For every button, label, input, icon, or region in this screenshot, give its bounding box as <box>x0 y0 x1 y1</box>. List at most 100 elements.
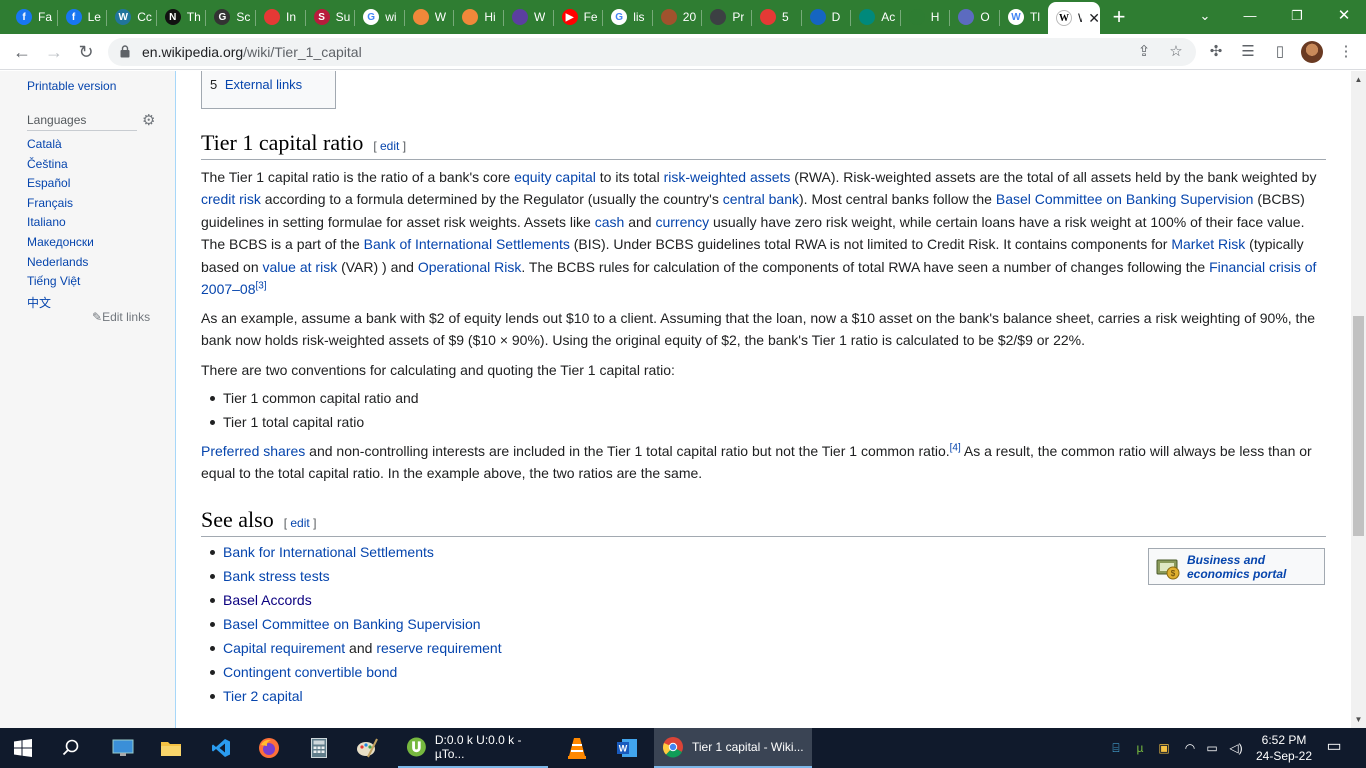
link-capital-requirement[interactable]: Capital requirement <box>223 640 345 656</box>
see-also-link[interactable]: Basel Committee on Banking Supervision <box>223 616 481 632</box>
taskbar-app-firefox[interactable] <box>246 728 292 768</box>
portal-label[interactable]: Business and economics portal <box>1187 553 1307 581</box>
tab-2[interactable]: f Le <box>58 4 108 30</box>
tab-12[interactable]: ▶ Fe <box>554 4 604 30</box>
notifications-icon[interactable]: ▭ <box>1326 739 1342 755</box>
taskbar-app-utorrent[interactable]: D:0.0 k U:0.0 k - µTo... <box>398 728 548 768</box>
printable-version-link[interactable]: Printable version <box>27 79 116 93</box>
tab-15[interactable]: Pr <box>702 4 752 30</box>
close-window-button[interactable]: ✕ <box>1333 6 1355 26</box>
volume-icon[interactable]: ◁) <box>1228 740 1244 756</box>
tab-11[interactable]: W <box>504 4 554 30</box>
tab-21[interactable]: W Tl <box>1000 4 1050 30</box>
see-also-link[interactable]: Contingent convertible bond <box>223 664 397 680</box>
tab-search-icon[interactable]: ⌄ <box>1194 6 1216 26</box>
portal-box[interactable]: $ Business and economics portal <box>1148 548 1325 585</box>
tab-active-wikipedia[interactable]: W W ✕ <box>1048 2 1100 34</box>
bookmark-star-icon[interactable]: ☆ <box>1166 42 1186 62</box>
taskbar-app-vscode[interactable] <box>198 728 244 768</box>
search-button[interactable] <box>48 728 94 768</box>
language-link[interactable]: Tiếng Việt <box>27 274 80 288</box>
tab-7[interactable]: S Su <box>306 4 356 30</box>
link-preferred-shares[interactable]: Preferred shares <box>201 443 305 459</box>
language-link[interactable]: Français <box>27 196 73 210</box>
language-link[interactable]: Македонски <box>27 235 94 249</box>
tab-16[interactable]: 5 <box>752 4 802 30</box>
link-basel-committee[interactable]: Basel Committee on Banking Supervision <box>996 191 1254 207</box>
taskbar-app-chrome[interactable]: Tier 1 capital - Wiki... <box>654 728 812 768</box>
new-tab-button[interactable]: + <box>1108 6 1130 28</box>
address-bar[interactable]: en.wikipedia.org/wiki/Tier_1_capital ⇪ ☆ <box>108 38 1196 66</box>
system-clock[interactable]: 6:52 PM 24-Sep-22 <box>1252 732 1316 764</box>
tab-9[interactable]: W <box>405 4 455 30</box>
tab-17[interactable]: D <box>802 4 852 30</box>
tab-5[interactable]: G Sc <box>206 4 256 30</box>
tab-18[interactable]: Ac <box>851 4 901 30</box>
taskbar-app-paint[interactable] <box>344 728 390 768</box>
tab-20[interactable]: O <box>950 4 1000 30</box>
link-bis[interactable]: Bank of International Settlements <box>364 236 570 252</box>
url-text[interactable]: en.wikipedia.org/wiki/Tier_1_capital <box>142 44 362 60</box>
link-risk-weighted-assets[interactable]: risk-weighted assets <box>664 169 791 185</box>
tab-14[interactable]: 20 <box>653 4 703 30</box>
language-link[interactable]: Italiano <box>27 215 66 229</box>
battery-icon[interactable]: ▭ <box>1204 740 1220 756</box>
back-button[interactable]: ← <box>10 40 34 64</box>
forward-button[interactable]: → <box>42 40 66 64</box>
tab-3[interactable]: W Cc <box>107 4 157 30</box>
lock-icon[interactable] <box>120 45 130 58</box>
extensions-icon[interactable]: ✣ <box>1206 42 1226 62</box>
see-also-link[interactable]: Tier 2 capital <box>223 688 303 704</box>
tab-13[interactable]: Glis <box>603 4 653 30</box>
link-value-at-risk[interactable]: value at risk <box>263 259 338 275</box>
link-currency[interactable]: currency <box>655 214 709 230</box>
link-central-bank[interactable]: central bank <box>723 191 799 207</box>
link-credit-risk[interactable]: credit risk <box>201 191 261 207</box>
wifi-icon[interactable]: ◠ <box>1182 740 1198 756</box>
start-button[interactable] <box>0 728 46 768</box>
close-tab-icon[interactable]: ✕ <box>1088 10 1100 27</box>
see-also-link[interactable]: Bank stress tests <box>223 568 330 584</box>
link-operational-risk[interactable]: Operational Risk <box>418 259 522 275</box>
network-adapter-icon[interactable]: ⌸ <box>1108 740 1124 756</box>
side-panel-icon[interactable]: ▯ <box>1270 42 1290 62</box>
link-cash[interactable]: cash <box>595 214 625 230</box>
edit-links[interactable]: ✎Edit links <box>92 310 150 324</box>
profile-avatar[interactable] <box>1301 41 1323 63</box>
reference-4[interactable]: [4] <box>950 442 961 453</box>
tab-8[interactable]: Gwi <box>355 4 405 30</box>
gear-icon[interactable]: ⚙ <box>142 113 158 129</box>
edit-link[interactable]: edit <box>290 516 309 530</box>
language-link[interactable]: Català <box>27 137 62 151</box>
edit-link[interactable]: edit <box>380 139 399 153</box>
menu-kebab-icon[interactable]: ⋮ <box>1336 42 1356 62</box>
taskbar-app-calculator[interactable] <box>296 728 342 768</box>
link-equity-capital[interactable]: equity capital <box>514 169 596 185</box>
share-icon[interactable]: ⇪ <box>1134 42 1154 62</box>
see-also-link[interactable]: Bank for International Settlements <box>223 544 434 560</box>
minimize-button[interactable]: — <box>1239 6 1261 26</box>
language-link[interactable]: Nederlands <box>27 255 88 269</box>
taskbar-app-vlc[interactable] <box>554 728 600 768</box>
language-link[interactable]: Čeština <box>27 157 68 171</box>
scroll-down-arrow[interactable]: ▼ <box>1354 715 1363 724</box>
restore-button[interactable]: ❐ <box>1286 6 1308 26</box>
taskbar-app-word[interactable]: W <box>604 728 650 768</box>
page-scrollbar[interactable]: ▲ ▼ <box>1351 71 1366 728</box>
tab-10[interactable]: Hi <box>454 4 504 30</box>
taskbar-app-explorer[interactable] <box>148 728 194 768</box>
reference-3[interactable]: [3] <box>256 280 267 291</box>
taskbar-app-pc[interactable] <box>100 728 146 768</box>
tab-4[interactable]: N Th <box>157 4 207 30</box>
toc-external-links[interactable]: External links <box>225 77 302 92</box>
language-link[interactable]: 中文 <box>27 294 51 311</box>
media-queue-icon[interactable]: ☰ <box>1238 42 1258 62</box>
link-reserve-requirement[interactable]: reserve requirement <box>376 640 501 656</box>
see-also-link-visited[interactable]: Basel Accords <box>223 592 312 608</box>
tab-6[interactable]: In <box>256 4 306 30</box>
app-tray-icon[interactable]: ▣ <box>1156 740 1172 756</box>
tab-19[interactable]: H <box>901 4 951 30</box>
reload-button[interactable]: ↻ <box>74 40 98 64</box>
link-market-risk[interactable]: Market Risk <box>1171 236 1245 252</box>
utorrent-tray-icon[interactable]: µ <box>1132 740 1148 756</box>
